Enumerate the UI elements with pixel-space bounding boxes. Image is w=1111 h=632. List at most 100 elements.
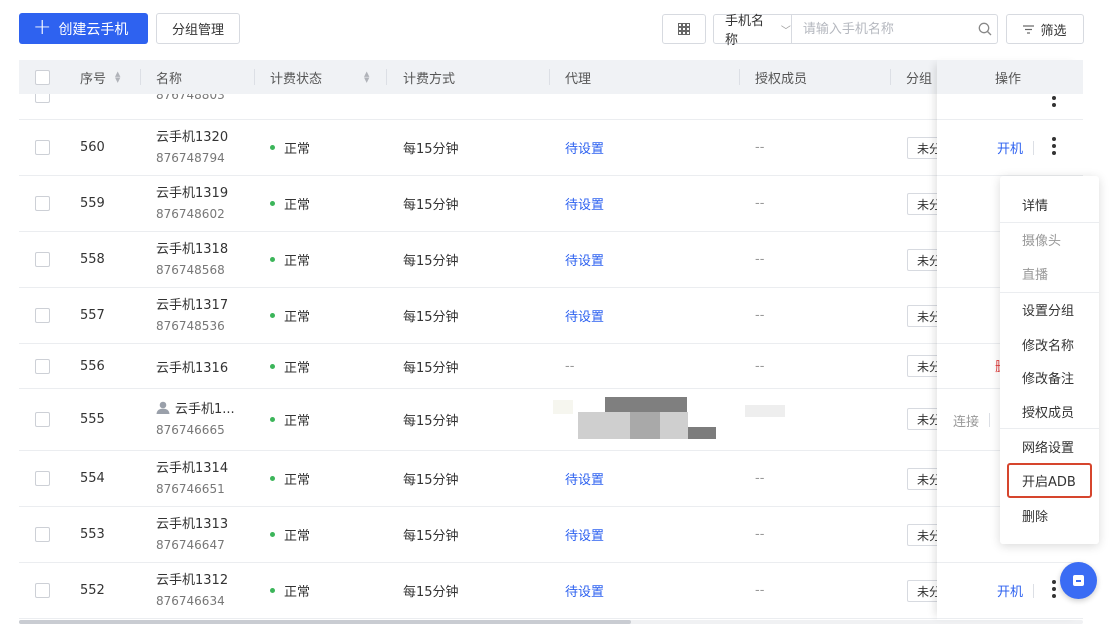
row-checkbox[interactable] bbox=[35, 358, 50, 374]
select-all-checkbox[interactable] bbox=[35, 69, 50, 85]
filter-button[interactable]: 筛选 bbox=[1006, 14, 1084, 44]
billing-method: 每15分钟 bbox=[403, 310, 459, 325]
menu-item-rename[interactable]: 修改名称 bbox=[1000, 327, 1099, 361]
chevron-down-icon: ﹀ bbox=[780, 25, 791, 37]
menu-item-network-settings[interactable]: 网络设置 bbox=[1000, 429, 1099, 463]
more-icon[interactable] bbox=[1049, 96, 1059, 107]
select-all-cell bbox=[35, 60, 50, 94]
billing-method: 每15分钟 bbox=[403, 414, 459, 429]
column-header-index[interactable]: 序号 ▲ ▼ bbox=[80, 60, 120, 94]
status-dot bbox=[270, 417, 275, 422]
authorized-members: -- bbox=[755, 358, 765, 374]
search-bar: 手机名称 ﹀ bbox=[713, 14, 998, 48]
group-select[interactable]: 未分组 bbox=[907, 580, 941, 602]
billing-method: 每15分钟 bbox=[403, 529, 459, 544]
group-select[interactable]: 未分组 bbox=[907, 305, 941, 327]
billing-status: 正常 bbox=[284, 360, 311, 376]
authorized-members: -- bbox=[755, 308, 765, 323]
search-input[interactable] bbox=[791, 15, 973, 43]
proxy-value: -- bbox=[565, 358, 575, 374]
connect-button[interactable]: 连接 bbox=[953, 411, 979, 430]
proxy-link[interactable]: 待设置 bbox=[565, 120, 604, 175]
row-index: 552 bbox=[80, 583, 105, 598]
proxy-link[interactable]: 待设置 bbox=[565, 176, 604, 231]
billing-status: 正常 bbox=[284, 473, 311, 488]
row-index: 555 bbox=[80, 412, 105, 427]
group-select[interactable]: 未分组 bbox=[907, 137, 941, 159]
menu-item-set-group[interactable]: 设置分组 bbox=[1000, 292, 1099, 326]
plus-icon: + bbox=[33, 14, 52, 40]
power-on-button[interactable]: 开机 bbox=[997, 138, 1023, 157]
group-manage-button[interactable]: 分组管理 bbox=[156, 13, 240, 44]
phone-name: 云手机1314 bbox=[156, 460, 229, 476]
row-checkbox[interactable] bbox=[35, 140, 50, 155]
column-header-proxy: 代理 bbox=[565, 71, 592, 87]
billing-status: 正常 bbox=[284, 529, 311, 544]
phone-name: 云手机1320 bbox=[156, 129, 229, 145]
redacted-block bbox=[630, 412, 660, 439]
table-header: 序号 ▲ ▼ 名称 计费状态 ▲ ▼ 计费方式 代理 授权成员 分组 bbox=[19, 60, 1083, 94]
row-index: 560 bbox=[80, 140, 105, 155]
menu-item-edit-note[interactable]: 修改备注 bbox=[1000, 360, 1099, 394]
row-checkbox[interactable] bbox=[35, 527, 50, 542]
more-icon[interactable] bbox=[1049, 580, 1059, 598]
row-index: 554 bbox=[80, 471, 105, 486]
search-icon[interactable] bbox=[973, 15, 997, 43]
proxy-link[interactable]: 待设置 bbox=[565, 232, 604, 287]
sort-icon: ▲ ▼ bbox=[115, 70, 121, 84]
row-checkbox[interactable] bbox=[35, 412, 50, 427]
row-index: 556 bbox=[80, 358, 105, 374]
authorized-members: -- bbox=[755, 196, 765, 211]
row-checkbox[interactable] bbox=[35, 471, 50, 486]
row-checkbox[interactable] bbox=[35, 308, 50, 323]
billing-status: 正常 bbox=[284, 310, 311, 325]
table-row: 555 云手机1... 876746665 正常 每15分钟 未分组 bbox=[19, 389, 1083, 451]
proxy-link[interactable]: 待设置 bbox=[565, 288, 604, 343]
billing-status: 正常 bbox=[284, 142, 311, 157]
menu-item-authorize-members[interactable]: 授权成员 bbox=[1000, 394, 1099, 428]
search-field-select[interactable]: 手机名称 ﹀ bbox=[714, 14, 792, 48]
highlight-box bbox=[1007, 463, 1092, 498]
row-checkbox[interactable] bbox=[35, 252, 50, 267]
phone-name: 云手机1316 bbox=[156, 360, 229, 376]
group-select[interactable]: 未分组 bbox=[907, 355, 941, 377]
group-select[interactable]: 未分组 bbox=[907, 408, 941, 430]
phone-name-with-user: 云手机1... bbox=[156, 399, 235, 420]
table-row: 559 云手机1319 876748602 正常 每15分钟 待设置 -- 未分组 bbox=[19, 176, 1083, 232]
search-field-label: 手机名称 bbox=[725, 14, 765, 48]
menu-item-live[interactable]: 直播 bbox=[1000, 256, 1099, 290]
billing-method: 每15分钟 bbox=[403, 254, 459, 269]
column-header-name: 名称 bbox=[156, 71, 183, 87]
column-header-group: 分组 bbox=[906, 71, 933, 87]
cloud-phone-table: 序号 ▲ ▼ 名称 计费状态 ▲ ▼ 计费方式 代理 授权成员 分组 8767488… bbox=[19, 60, 1083, 620]
power-on-button[interactable]: 开机 bbox=[997, 581, 1023, 600]
proxy-link[interactable]: 待设置 bbox=[565, 451, 604, 506]
phone-name: 云手机1313 bbox=[156, 516, 229, 532]
operation-cell: 开机 bbox=[937, 120, 1083, 176]
group-select[interactable]: 未分组 bbox=[907, 193, 941, 215]
group-select[interactable]: 未分组 bbox=[907, 524, 941, 546]
row-index: 559 bbox=[80, 196, 105, 211]
menu-item-delete[interactable]: 删除 bbox=[1000, 498, 1099, 532]
proxy-link[interactable]: 待设置 bbox=[565, 563, 604, 618]
menu-item-camera[interactable]: 摄像头 bbox=[1000, 222, 1099, 256]
row-index: 558 bbox=[80, 252, 105, 267]
more-icon[interactable] bbox=[1049, 137, 1059, 155]
column-header-billing-status[interactable]: 计费状态 ▲ ▼ bbox=[270, 60, 369, 94]
row-checkbox[interactable] bbox=[35, 196, 50, 211]
menu-item-details[interactable]: 详情 bbox=[1000, 187, 1099, 221]
status-dot bbox=[270, 532, 275, 537]
floating-chat-button[interactable] bbox=[1060, 562, 1097, 599]
column-header-members: 授权成员 bbox=[755, 71, 808, 87]
group-select[interactable]: 未分组 bbox=[907, 468, 941, 490]
view-toggle-button[interactable] bbox=[662, 14, 706, 44]
row-checkbox[interactable] bbox=[35, 583, 50, 598]
filter-icon bbox=[1023, 24, 1035, 34]
grid-icon bbox=[678, 23, 690, 35]
proxy-link[interactable]: 待设置 bbox=[565, 507, 604, 562]
create-cloud-phone-button[interactable]: + 创建云手机 bbox=[19, 13, 148, 44]
redacted-block bbox=[745, 405, 785, 417]
group-select[interactable]: 未分组 bbox=[907, 249, 941, 271]
horizontal-scrollbar[interactable] bbox=[19, 620, 631, 624]
row-index: 553 bbox=[80, 527, 105, 542]
